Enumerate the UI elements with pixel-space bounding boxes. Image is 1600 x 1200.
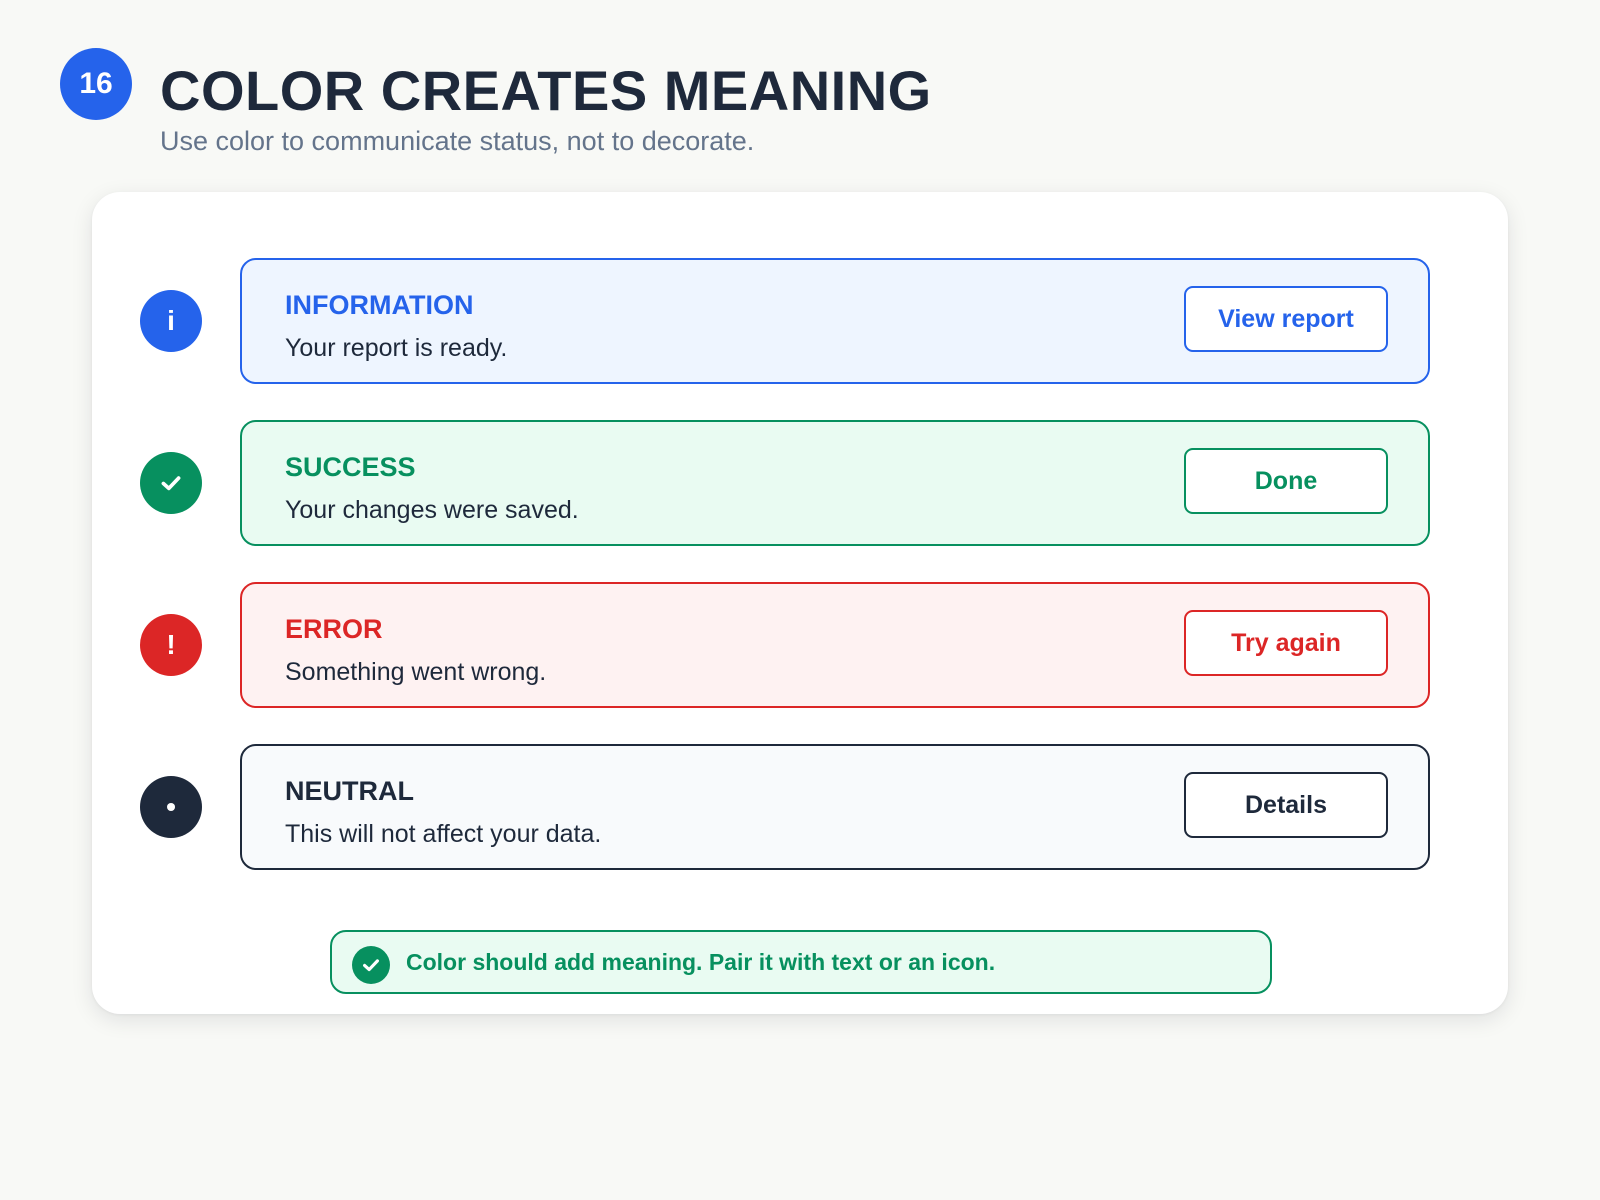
alert-success: SUCCESS Your changes were saved. Done bbox=[240, 420, 1430, 546]
exclamation-icon: ! bbox=[140, 614, 202, 676]
check-icon bbox=[140, 452, 202, 514]
examples-card: i INFORMATION Your report is ready. View… bbox=[92, 192, 1508, 1014]
alert-row-success: SUCCESS Your changes were saved. Done bbox=[92, 420, 1508, 546]
tip-text: Color should add meaning. Pair it with t… bbox=[406, 949, 996, 975]
info-icon: i bbox=[140, 290, 202, 352]
alert-title: INFORMATION bbox=[285, 290, 474, 320]
try-again-button[interactable]: Try again bbox=[1184, 610, 1388, 676]
check-circle-icon-glyph bbox=[363, 959, 379, 972]
alert-message: This will not affect your data. bbox=[285, 820, 602, 848]
alert-row-neutral: • NEUTRAL This will not affect your data… bbox=[92, 744, 1508, 870]
alert-title: NEUTRAL bbox=[285, 776, 414, 806]
dot-icon: • bbox=[140, 776, 202, 838]
tip-banner: Color should add meaning. Pair it with t… bbox=[330, 930, 1272, 994]
alert-title: SUCCESS bbox=[285, 452, 416, 482]
alert-message: Something went wrong. bbox=[285, 658, 547, 686]
page-subtitle: Use color to communicate status, not to … bbox=[160, 126, 755, 156]
alert-message: Your changes were saved. bbox=[285, 496, 579, 524]
view-report-button[interactable]: View report bbox=[1184, 286, 1388, 352]
alert-title: ERROR bbox=[285, 614, 383, 644]
page-title: COLOR CREATES MEANING bbox=[160, 59, 932, 122]
details-button[interactable]: Details bbox=[1184, 772, 1388, 838]
done-button[interactable]: Done bbox=[1184, 448, 1388, 514]
alert-information: INFORMATION Your report is ready. View r… bbox=[240, 258, 1430, 384]
alert-error: ERROR Something went wrong. Try again bbox=[240, 582, 1430, 708]
alert-row-information: i INFORMATION Your report is ready. View… bbox=[92, 258, 1508, 384]
alert-message: Your report is ready. bbox=[285, 334, 508, 362]
alert-neutral: NEUTRAL This will not affect your data. … bbox=[240, 744, 1430, 870]
check-icon-glyph bbox=[161, 476, 181, 491]
alert-row-error: ! ERROR Something went wrong. Try again bbox=[92, 582, 1508, 708]
step-number-badge: 16 bbox=[60, 48, 132, 120]
check-circle-icon bbox=[352, 946, 390, 984]
